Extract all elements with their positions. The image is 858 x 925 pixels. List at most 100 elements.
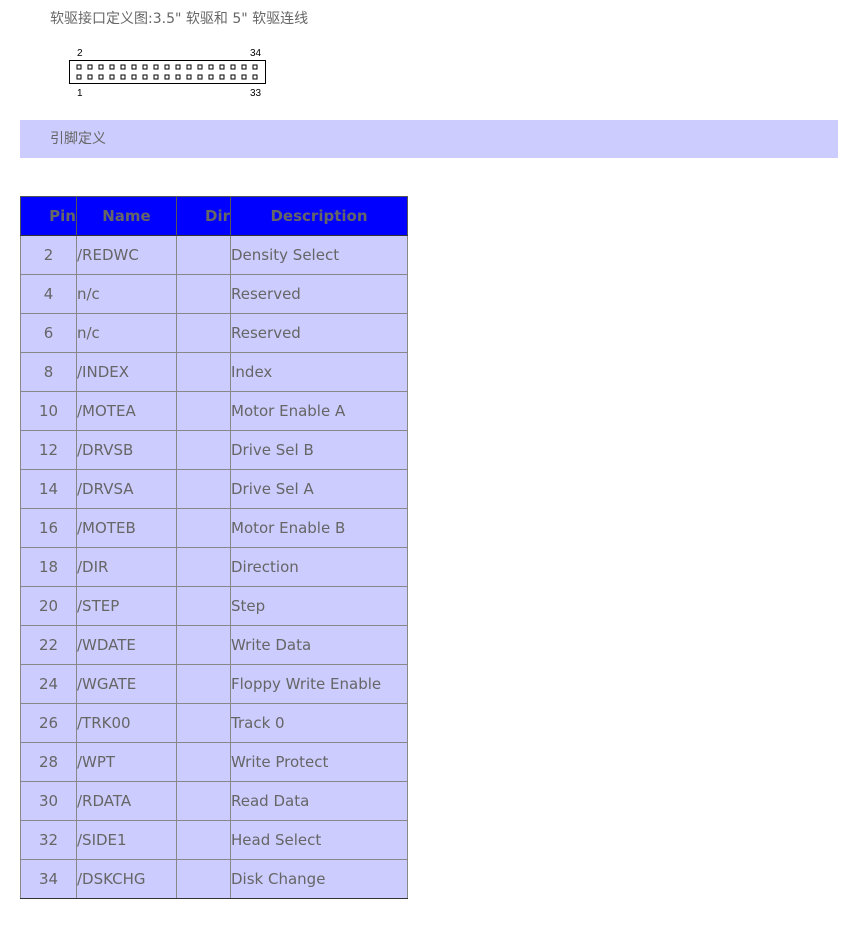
- connector-pin-hole: [164, 64, 170, 70]
- connector-pin-hole: [197, 74, 203, 80]
- dir-cell: [176, 391, 231, 431]
- name-cell: /SIDE1: [76, 820, 177, 860]
- name-cell: /WDATE: [76, 625, 177, 665]
- pin-cell: 12: [20, 430, 77, 470]
- table-row: 8/INDEX Index: [20, 352, 408, 392]
- connector-pin-hole: [87, 64, 93, 70]
- desc-cell: Drive Sel A: [230, 469, 408, 509]
- connector-pin-hole: [219, 74, 225, 80]
- desc-cell: Floppy Write Enable: [230, 664, 408, 704]
- table-row: 10/MOTEA Motor Enable A: [20, 391, 408, 431]
- connector-pin-hole: [131, 64, 137, 70]
- dir-cell: [176, 859, 231, 899]
- pin-cell: 8: [20, 352, 77, 392]
- name-cell: /DRVSB: [76, 430, 177, 470]
- connector-label-top-right: 34: [250, 48, 262, 59]
- name-cell: /REDWC: [76, 235, 177, 275]
- desc-cell: Disk Change: [230, 859, 408, 899]
- name-cell: /DIR: [76, 547, 177, 587]
- connector-pin-hole: [76, 64, 82, 70]
- dir-cell: [176, 508, 231, 548]
- dir-cell: [176, 547, 231, 587]
- desc-cell: Motor Enable B: [230, 508, 408, 548]
- desc-cell: Write Data: [230, 625, 408, 665]
- connector-pin-hole: [153, 64, 159, 70]
- connector-pin-hole: [142, 74, 148, 80]
- desc-cell: Head Select: [230, 820, 408, 860]
- dir-cell: [176, 586, 231, 626]
- pin-cell: 32: [20, 820, 77, 860]
- dir-cell: [176, 352, 231, 392]
- dir-cell: [176, 430, 231, 470]
- name-cell: n/c: [76, 313, 177, 353]
- dir-cell: [176, 625, 231, 665]
- dir-cell: [176, 469, 231, 509]
- connector-pin-hole: [241, 74, 247, 80]
- dir-cell: [176, 664, 231, 704]
- pin-cell: 24: [20, 664, 77, 704]
- desc-cell: Direction: [230, 547, 408, 587]
- name-cell: /WGATE: [76, 664, 177, 704]
- dir-cell: [176, 742, 231, 782]
- connector-pin-hole: [164, 74, 170, 80]
- desc-cell: Reserved: [230, 313, 408, 353]
- connector-pin-hole: [186, 64, 192, 70]
- desc-cell: Index: [230, 352, 408, 392]
- name-cell: /STEP: [76, 586, 177, 626]
- name-cell: /MOTEA: [76, 391, 177, 431]
- table-body: 2/REDWC Density Select 4 n/c Reserved 6 n/c Res…: [20, 235, 408, 899]
- pin-cell: 14: [20, 469, 77, 509]
- name-cell: /MOTEB: [76, 508, 177, 548]
- connector-svg: 2 34 1 33: [69, 48, 266, 99]
- name-cell: /RDATA: [76, 781, 177, 821]
- table-row: 28/WPT Write Protect: [20, 742, 408, 782]
- connector-label-bottom-left: 1: [77, 88, 83, 99]
- connector-pin-hole: [208, 64, 214, 70]
- dir-cell: [176, 274, 231, 314]
- connector-pin-hole: [230, 64, 236, 70]
- pin-cell: 16: [20, 508, 77, 548]
- connector-pin-hole: [241, 64, 247, 70]
- connector-pin-hole: [197, 64, 203, 70]
- pin-cell: 34: [20, 859, 77, 899]
- table-row: 12/DRVSB Drive Sel B: [20, 430, 408, 470]
- table-row: 26/TRK00 Track 0: [20, 703, 408, 743]
- column-header-dir: Dir: [176, 196, 231, 236]
- pin-cell: 30: [20, 781, 77, 821]
- column-header-pin: Pin: [20, 196, 77, 236]
- pin-cell: 22: [20, 625, 77, 665]
- connector-pin-hole: [98, 64, 104, 70]
- table-row: 6 n/c Reserved: [20, 313, 408, 353]
- section-header-bar: 引脚定义: [20, 120, 838, 158]
- pin-cell: 10: [20, 391, 77, 431]
- connector-label-top-left: 2: [77, 48, 83, 59]
- connector-pin-hole: [109, 74, 115, 80]
- table-row: 2/REDWC Density Select: [20, 235, 408, 275]
- name-cell: /DSKCHG: [76, 859, 177, 899]
- pin-cell: 2: [20, 235, 77, 275]
- pin-cell: 18: [20, 547, 77, 587]
- connector-pin-hole: [208, 74, 214, 80]
- connector-pin-hole: [153, 74, 159, 80]
- connector-diagram: 2 34 1 33: [64, 44, 274, 100]
- desc-cell: Track 0: [230, 703, 408, 743]
- table-row: 32/SIDE1 Head Select: [20, 820, 408, 860]
- desc-cell: Drive Sel B: [230, 430, 408, 470]
- desc-cell: Motor Enable A: [230, 391, 408, 431]
- dir-cell: [176, 313, 231, 353]
- dir-cell: [176, 703, 231, 743]
- connector-pin-hole: [98, 74, 104, 80]
- table-row: 24/WGATE Floppy Write Enable: [20, 664, 408, 704]
- desc-cell: Write Protect: [230, 742, 408, 782]
- desc-cell: Step: [230, 586, 408, 626]
- table-row: 34/DSKCHG Disk Change: [20, 859, 408, 899]
- section-title: 引脚定义: [50, 131, 106, 147]
- name-cell: /DRVSA: [76, 469, 177, 509]
- pin-cell: 26: [20, 703, 77, 743]
- connector-pin-hole: [219, 64, 225, 70]
- connector-pin-hole: [109, 64, 115, 70]
- dir-cell: [176, 820, 231, 860]
- table-row: 16/MOTEB Motor Enable B: [20, 508, 408, 548]
- connector-pin-hole: [87, 74, 93, 80]
- pin-cell: 28: [20, 742, 77, 782]
